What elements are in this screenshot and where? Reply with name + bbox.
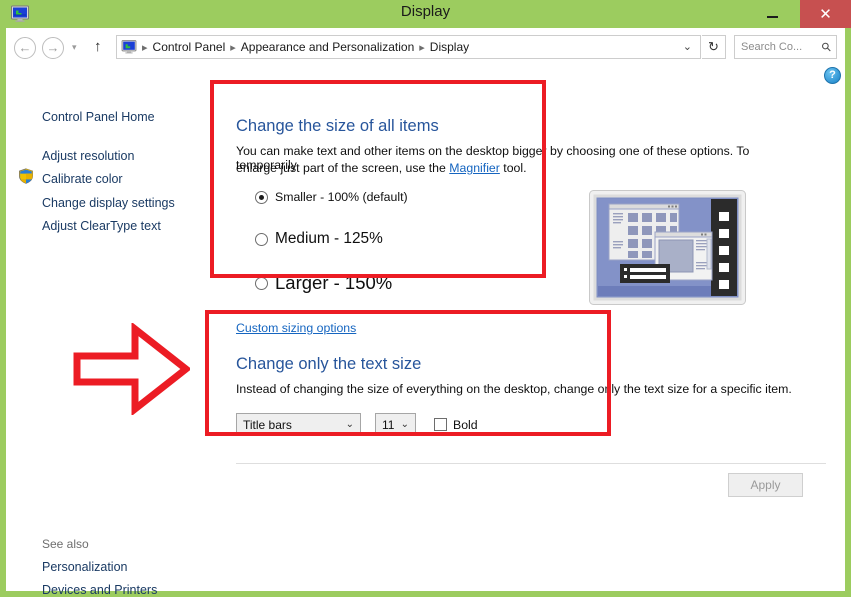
display-monitor-icon [121,40,137,54]
pointer-arrow-right-icon [73,323,190,415]
radio-indicator-larger[interactable] [255,276,268,290]
help-icon[interactable]: ? [824,67,841,84]
search-input[interactable]: Search Co... ⚲ [734,35,837,59]
highlight-box-text-size [205,310,611,436]
refresh-button[interactable]: ↻ [702,35,726,59]
window-titlebar: Display ✕ [0,0,851,28]
content-divider [236,463,826,464]
forward-button[interactable]: → [42,37,64,59]
close-button[interactable]: ✕ [800,0,851,28]
breadcrumb-separator: ▸ [142,41,148,54]
arrow-right-icon: → [46,40,60,55]
sidebar-item-adjust-resolution[interactable]: Adjust resolution [42,149,134,163]
see-also-item-personalization[interactable]: Personalization [42,560,127,574]
sidebar-item-calibrate-color[interactable]: Calibrate color [42,172,123,186]
address-bar: ← → ▾ ↑ ▸ Control Panel ▸ Appearance and… [6,28,845,66]
breadcrumb-item-display[interactable]: Display [430,40,469,54]
apply-button[interactable]: Apply [728,473,803,497]
up-one-level-icon[interactable]: ↑ [94,38,102,55]
uac-shield-icon [19,168,33,184]
breadcrumb-item-appearance[interactable]: Appearance and Personalization [241,40,414,54]
breadcrumb-separator: ▸ [419,41,425,54]
back-button[interactable]: ← [14,37,36,59]
sidebar-item-control-panel-home[interactable]: Control Panel Home [42,110,155,124]
close-icon: ✕ [819,5,832,23]
search-placeholder: Search Co... [741,41,803,53]
refresh-icon: ↻ [708,39,719,54]
display-settings-window: Display ✕ ← → ▾ ↑ ▸ Control Panel ▸ Appe… [0,0,851,597]
see-also-item-devices-and-printers[interactable]: Devices and Printers [42,583,157,597]
see-also-heading: See also [42,537,89,551]
arrow-left-icon: ← [18,40,32,55]
minimize-icon [766,15,778,18]
highlight-box-size-of-all-items [210,80,546,278]
breadcrumb-separator: ▸ [230,41,236,54]
breadcrumb-item-control-panel[interactable]: Control Panel [153,40,226,54]
search-icon: ⚲ [818,38,835,56]
display-scale-preview [589,190,746,305]
breadcrumb[interactable]: ▸ Control Panel ▸ Appearance and Persona… [116,35,701,59]
chevron-down-icon[interactable]: ⌄ [683,40,692,53]
minimize-button[interactable] [757,0,787,28]
window-title: Display [400,3,451,20]
sidebar-item-change-display-settings[interactable]: Change display settings [42,196,175,210]
recent-locations-icon[interactable]: ▾ [72,42,77,53]
sidebar-item-adjust-cleartype[interactable]: Adjust ClearType text [42,219,161,233]
